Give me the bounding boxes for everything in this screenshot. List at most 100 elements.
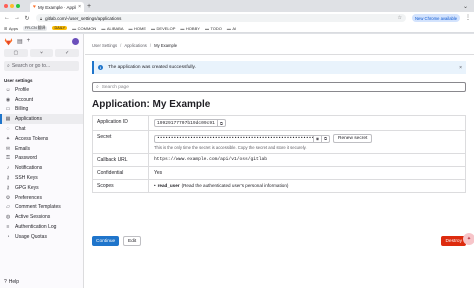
table-row: Confidential Yes	[93, 167, 465, 180]
window-maximize-button[interactable]	[16, 4, 20, 8]
sidebar-item-preferences[interactable]: ⚙ Preferences	[0, 193, 83, 203]
new-tab-button[interactable]: +	[87, 3, 91, 11]
sidebar-item-emails[interactable]: ✉ Emails	[0, 144, 83, 154]
lock-icon: 🔒︎	[40, 15, 43, 21]
application-id-field[interactable]: 19929177707b19dc09c91	[154, 119, 218, 127]
sidebar-item-account[interactable]: ◉ Account	[0, 95, 83, 105]
bookmark-star-icon[interactable]: ☆	[398, 15, 402, 21]
callback-url-value: https://www.example.com/api/v1/oss/gitla…	[154, 157, 268, 162]
breadcrumb: User Settings / Applications / My Exampl…	[92, 43, 177, 48]
session-icon: ◍	[5, 214, 11, 221]
back-icon[interactable]: ←	[4, 15, 10, 21]
reload-icon[interactable]: ↻	[24, 15, 30, 22]
help-label: Help	[8, 279, 20, 285]
bookmark-folder-develop[interactable]: ▬ DEVELOP	[151, 26, 175, 31]
address-bar-row: ← → ↻ 🔒︎ gitlab.com/-/user_settings/appl…	[0, 12, 474, 24]
copy-icon[interactable]: ⧉	[217, 119, 226, 127]
create-new-icon[interactable]: +	[27, 38, 31, 44]
token-icon: ✦	[5, 135, 11, 142]
bookmark-folder-home[interactable]: ▬ HOME	[129, 26, 147, 31]
renew-secret-button[interactable]: Renew secret	[333, 134, 373, 143]
folder-icon: ▬	[72, 25, 77, 31]
issues-counter-icon[interactable]: ▢	[4, 49, 28, 57]
bookmark-folder-ai[interactable]: ▬ AI	[227, 26, 236, 31]
row-label: Confidential	[93, 167, 149, 179]
bookmark-label: HOME	[134, 25, 147, 31]
sidebar-toggle-icon[interactable]: ▤	[17, 38, 23, 45]
success-alert: i The application was created successful…	[92, 61, 466, 74]
edit-button[interactable]: Edit	[123, 236, 142, 246]
sidebar-item-billing[interactable]: ▭ Billing	[0, 105, 83, 115]
mail-icon: ✉	[5, 145, 11, 152]
bookmark-daily[interactable]: DAILY	[52, 26, 68, 30]
breadcrumb-item[interactable]: User Settings	[92, 43, 117, 48]
gitlab-logo-icon[interactable]	[4, 37, 13, 46]
sidebar-item-authentication-log[interactable]: ≡ Authentication Log	[0, 222, 83, 232]
breadcrumb-separator: /	[149, 43, 152, 48]
row-value: ••••••••••••••••••••••••••••••••••••••••…	[149, 131, 465, 153]
new-chrome-button[interactable]: New Chrome available	[412, 14, 461, 22]
bookmarks-bar: ⊞ Apps FR-CN 翻译 DAILY ▬ COMMON ▬ ALIBABA ▬…	[0, 24, 474, 33]
sidebar-item-active-sessions[interactable]: ◍ Active Sessions	[0, 212, 83, 222]
sidebar-item-label: Authentication Log	[15, 224, 57, 231]
sidebar-item-label: Billing	[15, 106, 29, 113]
bookmark-folder-alibaba[interactable]: ▬ ALIBABA	[101, 26, 123, 31]
merge-requests-counter-icon[interactable]: ⑂	[29, 49, 54, 57]
sidebar-item-usage-quotas[interactable]: ◔ Usage Quotas	[0, 232, 83, 242]
sidebar-item-comment-templates[interactable]: ▱ Comment Templates	[0, 203, 83, 213]
applications-icon: ▦	[5, 116, 11, 123]
bookmark-label: HOBBY	[185, 25, 200, 31]
sidebar-item-label: Usage Quotas	[15, 233, 47, 240]
bookmark-folder-common[interactable]: ▬ COMMON	[72, 26, 96, 31]
alert-close-icon[interactable]: ×	[459, 65, 462, 71]
info-icon: i	[98, 65, 103, 70]
bookmark-folder-todo[interactable]: ▬ TODO	[205, 26, 222, 31]
window-minimize-button[interactable]	[10, 4, 14, 8]
bookmark-label: DAILY	[52, 26, 68, 30]
table-row: Scopes • read_user (Read the authenticat…	[93, 180, 465, 192]
bookmark-label: COMMON	[77, 25, 97, 31]
sidebar-item-label: Emails	[15, 145, 31, 152]
sidebar-item-password[interactable]: ⚿ Password	[0, 154, 83, 164]
scope-name: read_user	[157, 183, 180, 188]
breadcrumb-item[interactable]: Applications	[124, 43, 147, 48]
breadcrumb-current[interactable]: My Example	[154, 43, 177, 48]
sidebar-search-button[interactable]: ⌕ Search or go to...	[4, 61, 79, 71]
search-page-input[interactable]: ⌕ Search page	[92, 82, 466, 92]
todos-counter-icon[interactable]: ✓	[55, 49, 80, 57]
reveal-eye-icon[interactable]: ◉	[314, 134, 322, 143]
url-field[interactable]: 🔒︎ gitlab.com/-/user_settings/applicatio…	[36, 14, 406, 22]
sidebar-item-chat[interactable]: ◌ Chat	[0, 124, 83, 134]
sidebar-item-access-tokens[interactable]: ✦ Access Tokens	[0, 134, 83, 144]
avatar[interactable]	[72, 37, 79, 45]
tab-close-icon[interactable]: ×	[78, 4, 81, 10]
sidebar-item-notifications[interactable]: ♪ Notifications	[0, 163, 83, 173]
forward-icon[interactable]: →	[14, 15, 20, 21]
browser-tab-bar: ♥ My Example · Applications × + ⌄	[0, 0, 474, 12]
account-icon: ◉	[5, 96, 11, 103]
sidebar-item-ssh-keys[interactable]: ⚷ SSH Keys	[0, 173, 83, 183]
sidebar-item-label: Access Tokens	[15, 135, 49, 142]
tab-search-icon[interactable]: ⌄	[463, 3, 468, 10]
browser-menu-icon[interactable]: ⋮	[465, 14, 471, 21]
billing-icon: ▭	[5, 106, 11, 113]
browser-tab[interactable]: ♥ My Example · Applications ×	[30, 2, 84, 12]
duo-chat-icon[interactable]: ✦	[463, 233, 474, 245]
sidebar-section-title: User settings	[4, 78, 33, 83]
bookmark-folder-hobby[interactable]: ▬ HOBBY	[180, 26, 200, 31]
sidebar-counters: ▢ ⑂ ✓	[0, 48, 83, 58]
bell-icon: ♪	[6, 165, 10, 172]
tab-title: My Example · Applications	[37, 4, 76, 10]
copy-icon[interactable]: ⧉	[322, 134, 330, 143]
sidebar-item-profile[interactable]: ☺ Profile	[0, 85, 83, 95]
scopes-value: • read_user (Read the authenticated user…	[149, 180, 465, 192]
sidebar-item-label: GPG Keys	[15, 184, 39, 191]
help-button[interactable]: ? Help	[4, 279, 19, 285]
sidebar-item-gpg-keys[interactable]: ⚷ GPG Keys	[0, 183, 83, 193]
sidebar-item-applications[interactable]: ▦ Applications	[0, 114, 83, 125]
bookmark-apps[interactable]: ⊞ Apps	[4, 26, 18, 31]
continue-button[interactable]: Continue	[92, 236, 120, 246]
secret-field[interactable]: ••••••••••••••••••••••••••••••••••••••••…	[154, 134, 314, 143]
bookmark-translate[interactable]: FR-CN 翻译	[22, 25, 48, 31]
window-close-button[interactable]	[4, 4, 8, 8]
